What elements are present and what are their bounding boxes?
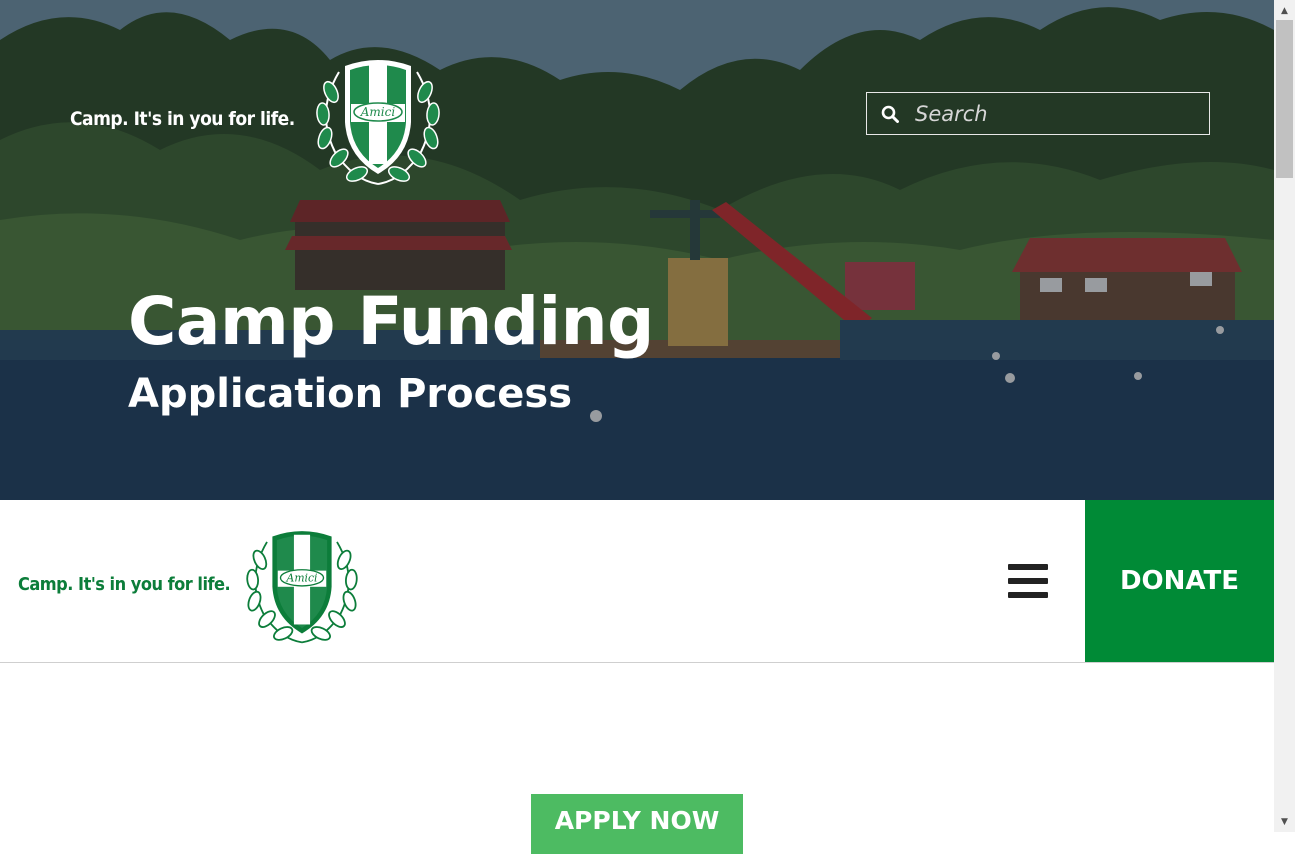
scrollbar-thumb[interactable]: [1276, 20, 1293, 178]
menu-bar-line: [1008, 564, 1048, 570]
crest-text: Amici: [359, 105, 395, 119]
crest-text: Amici: [286, 571, 318, 584]
logo-tagline: Camp. It's in you for life.: [70, 108, 295, 130]
amici-crest-icon: Amici: [246, 531, 358, 644]
navigation-bar: Camp. It's in you for life. Amici DONATE: [0, 500, 1274, 663]
menu-bar-line: [1008, 578, 1048, 584]
menu-bar-line: [1008, 592, 1048, 598]
hero-site-logo[interactable]: Camp. It's in you for life. Amici: [70, 52, 447, 188]
search-input[interactable]: [915, 101, 1185, 126]
apply-now-button[interactable]: APPLY NOW: [531, 794, 743, 854]
hero-banner: Camp. It's in you for life. Amici Search…: [0, 0, 1274, 500]
nav-site-logo[interactable]: Camp. It's in you for life. Amici: [18, 524, 364, 646]
search-icon[interactable]: [881, 105, 899, 123]
vertical-scrollbar[interactable]: ▲ ▼: [1274, 0, 1295, 832]
page-subtitle: Application Process: [128, 371, 573, 417]
hamburger-menu-icon[interactable]: [1008, 564, 1048, 598]
scroll-down-arrow-icon[interactable]: ▼: [1274, 813, 1295, 830]
search-box[interactable]: [866, 92, 1210, 135]
scroll-up-arrow-icon[interactable]: ▲: [1274, 2, 1295, 19]
logo-tagline: Camp. It's in you for life.: [18, 573, 231, 595]
page-title: Camp Funding: [128, 283, 654, 360]
donate-button[interactable]: DONATE: [1085, 500, 1274, 662]
amici-crest-icon: Amici: [315, 60, 440, 185]
